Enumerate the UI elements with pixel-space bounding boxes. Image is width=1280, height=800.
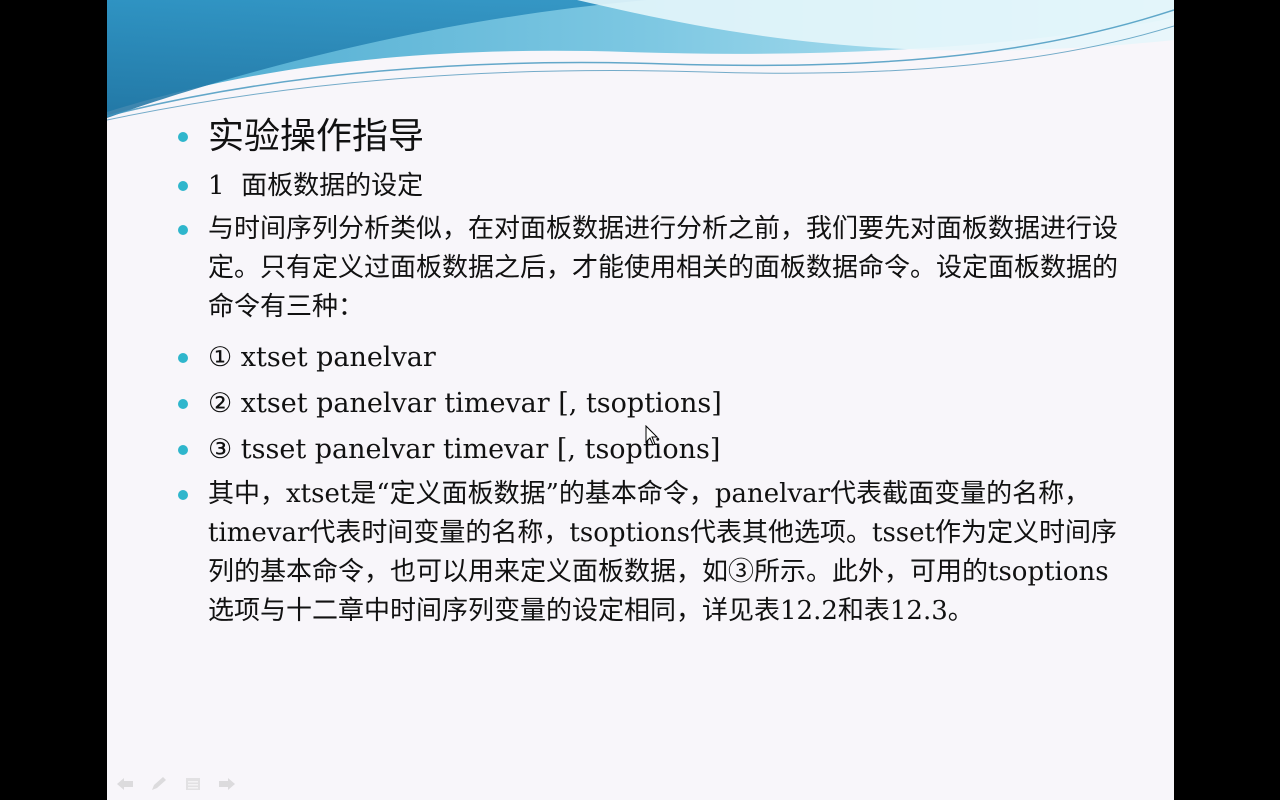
mouse-cursor-icon xyxy=(645,425,659,446)
slide: 实验操作指导 1 面板数据的设定 与时间序列分析类似，在对面板数据进行分析之前，… xyxy=(107,0,1174,800)
command-text: ② xtset panelvar timevar [, tsoptions] xyxy=(208,388,722,419)
section-heading: 1 面板数据的设定 xyxy=(208,171,424,201)
bullet-dot-icon xyxy=(178,353,188,363)
pen-icon[interactable] xyxy=(149,776,169,792)
command-text: ③ tsset panelvar timevar [, tsoptions] xyxy=(208,434,721,465)
bullet-dot-icon xyxy=(178,132,188,142)
slide-title: 实验操作指导 xyxy=(208,116,425,157)
slideshow-toolbar xyxy=(115,776,237,792)
bullet-dot-icon xyxy=(178,225,188,235)
bullet-command: ① xtset panelvar xyxy=(177,335,1127,381)
explanation-text: 其中，xtset是“定义面板数据”的基本命令，panelvar代表截面变量的名称… xyxy=(208,479,1117,626)
bullet-subtitle: 1 面板数据的设定 xyxy=(177,164,1127,208)
header-wave-decoration xyxy=(107,0,1174,121)
bullet-dot-icon xyxy=(178,181,188,191)
bullet-dot-icon xyxy=(178,490,188,500)
bullet-dot-icon xyxy=(178,399,188,409)
bullet-intro: 与时间序列分析类似，在对面板数据进行分析之前，我们要先对面板数据进行设定。只有定… xyxy=(177,210,1127,327)
back-arrow-icon[interactable] xyxy=(115,776,135,792)
bullet-list: 实验操作指导 1 面板数据的设定 与时间序列分析类似，在对面板数据进行分析之前，… xyxy=(177,112,1127,639)
forward-arrow-icon[interactable] xyxy=(217,776,237,792)
intro-text: 与时间序列分析类似，在对面板数据进行分析之前，我们要先对面板数据进行设定。只有定… xyxy=(208,214,1119,322)
menu-icon[interactable] xyxy=(183,776,203,792)
bullet-explanation: 其中，xtset是“定义面板数据”的基本命令，panelvar代表截面变量的名称… xyxy=(177,475,1127,631)
bullet-title: 实验操作指导 xyxy=(177,112,1127,162)
bullet-command: ② xtset panelvar timevar [, tsoptions] xyxy=(177,381,1127,427)
command-text: ① xtset panelvar xyxy=(208,342,436,373)
bullet-dot-icon xyxy=(178,445,188,455)
